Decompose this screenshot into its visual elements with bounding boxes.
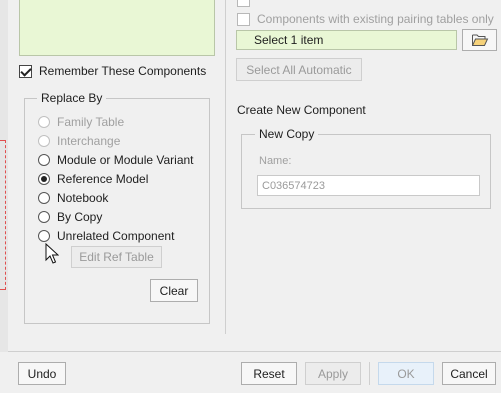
radio-icon [38,173,50,185]
checkbox-icon [237,13,250,26]
replace-by-title: Replace By [37,91,107,105]
edit-ref-table-button[interactable]: Edit Ref Table [71,246,162,268]
footer-button-separator [369,362,370,385]
reset-button[interactable]: Reset [241,362,297,385]
open-folder-icon [471,34,488,46]
radio-label: Reference Model [57,172,149,186]
footer-divider [8,351,501,352]
radio-label: Notebook [57,191,109,205]
radio-icon [38,230,50,242]
remember-components-label: Remember These Components [39,64,207,78]
open-folder-button[interactable] [462,29,497,51]
apply-button[interactable]: Apply [305,362,361,385]
cancel-button[interactable]: Cancel [442,362,496,385]
ok-button[interactable]: OK [378,362,434,385]
components-list[interactable] [19,0,215,56]
name-input[interactable]: C036574723 [257,175,480,196]
new-copy-group [241,134,491,209]
radio-label: Family Table [57,115,125,129]
radio-label: Interchange [57,134,121,148]
clear-button[interactable]: Clear [150,279,198,302]
select-item-field[interactable]: Select 1 item [236,30,457,50]
radio-icon [38,154,50,166]
undo-button[interactable]: Undo [18,362,66,385]
radio-label: Module or Module Variant [57,153,194,167]
mouse-cursor-icon [45,243,59,264]
pairing-tables-label: Components with existing pairing tables … [257,12,494,26]
select-item-text: Select 1 item [254,33,324,47]
radio-icon [38,211,50,223]
radio-icon [38,135,50,147]
panel-divider [225,0,226,334]
name-label: Name: [259,155,292,167]
checkbox-icon [237,0,250,7]
new-copy-title: New Copy [255,127,319,141]
radio-icon [38,116,50,128]
radio-icon [38,192,50,204]
radio-label: By Copy [57,210,103,224]
create-new-component-label: Create New Component [237,103,366,117]
select-all-automatic-button[interactable]: Select All Automatic [236,58,362,81]
radio-label: Unrelated Component [57,229,175,243]
highlight-marker [0,140,6,290]
checkbox-icon [19,65,32,78]
